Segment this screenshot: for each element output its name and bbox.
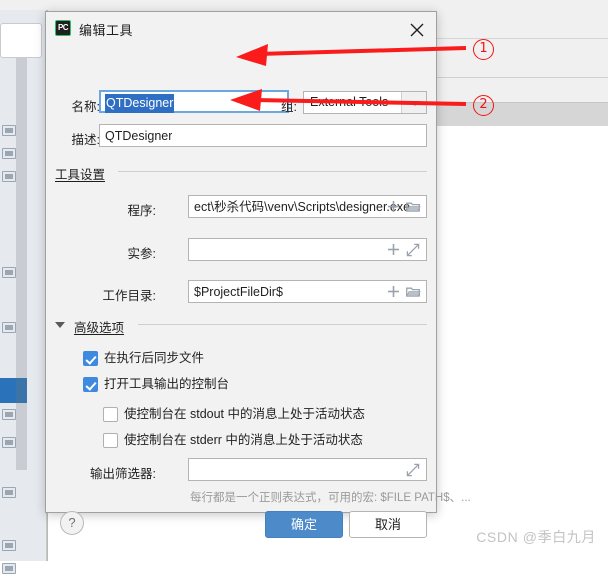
- description-label: 描述:: [71, 133, 100, 147]
- left-scrollbar-track[interactable]: [16, 57, 27, 470]
- sidebar-item-icon[interactable]: [2, 267, 16, 278]
- sidebar-item-icon[interactable]: [2, 540, 16, 551]
- sidebar-item-icon[interactable]: [2, 322, 16, 333]
- name-label: 名称:: [71, 100, 100, 114]
- group-select-value: External Tools: [310, 95, 389, 109]
- dialog-titlebar: PC 编辑工具: [46, 12, 436, 45]
- group-select[interactable]: External Tools: [303, 91, 427, 114]
- working-dir-input-value: $ProjectFileDir$: [194, 285, 283, 299]
- checkbox-open-console[interactable]: [83, 377, 98, 392]
- checkbox-console-stdout[interactable]: [103, 407, 118, 422]
- sidebar-item-icon[interactable]: [2, 487, 16, 498]
- left-panel-card: [0, 23, 42, 58]
- insert-macro-icon[interactable]: [384, 281, 404, 302]
- ide-left-toolbar: [0, 10, 46, 574]
- sidebar-item-icon[interactable]: [2, 563, 16, 574]
- working-dir-input[interactable]: $ProjectFileDir$: [188, 280, 427, 303]
- description-input-value: QTDesigner: [105, 129, 173, 143]
- edit-tool-dialog: PC 编辑工具 名称: QTDesigner 组: External Tools…: [45, 11, 471, 538]
- expand-editor-icon[interactable]: [404, 239, 424, 260]
- advanced-option-label: 使控制台在 stderr 中的消息上处于活动状态: [124, 433, 363, 447]
- insert-macro-icon[interactable]: [384, 196, 404, 217]
- output-filter-label: 输出筛选器:: [90, 467, 156, 481]
- working-dir-label: 工作目录:: [102, 289, 156, 303]
- program-input-value: ect\秒杀代码\venv\Scripts\designer.exe: [194, 200, 411, 214]
- help-button[interactable]: ?: [60, 511, 84, 535]
- expand-triangle-icon[interactable]: [55, 322, 65, 328]
- insert-macro-icon[interactable]: [384, 239, 404, 260]
- sidebar-item-icon[interactable]: [2, 437, 16, 448]
- annotation-marker-2: 2: [473, 95, 494, 116]
- group-label: 组:: [281, 100, 297, 114]
- advanced-option-label: 打开工具输出的控制台: [104, 377, 230, 391]
- arguments-label: 实参:: [127, 247, 156, 261]
- annotation-marker-1: 1: [473, 39, 494, 60]
- expand-editor-icon[interactable]: [404, 459, 424, 480]
- close-icon: [410, 23, 424, 37]
- advanced-option-label: 在执行后同步文件: [104, 351, 205, 365]
- dialog-title: 编辑工具: [79, 23, 134, 38]
- advanced-options-header[interactable]: 高级选项: [74, 317, 124, 336]
- program-input-actions: [384, 196, 424, 217]
- sidebar-scrollbar-thumb[interactable]: [16, 378, 27, 403]
- program-input[interactable]: ect\秒杀代码\venv\Scripts\designer.exe: [188, 195, 427, 218]
- ok-button[interactable]: 确定: [265, 511, 343, 538]
- output-filter-hint: 每行都是一个正则表达式，可用的宏: $FILE PATH$、...: [190, 492, 471, 504]
- sidebar-item-icon[interactable]: [2, 125, 16, 136]
- advanced-options-header-label: 高级选项: [74, 321, 125, 335]
- tool-settings-header: 工具设置: [55, 164, 105, 183]
- tool-settings-header-label: 工具设置: [55, 168, 106, 182]
- program-label: 程序:: [127, 204, 156, 218]
- csdn-watermark: CSDN @季白九月: [476, 529, 596, 545]
- checkbox-sync-after-execution[interactable]: [83, 351, 98, 366]
- sidebar-item-icon[interactable]: [2, 171, 16, 182]
- name-input-value: QTDesigner: [105, 94, 175, 113]
- checkbox-console-stderr[interactable]: [103, 433, 118, 448]
- close-button[interactable]: [404, 17, 430, 41]
- sidebar-item-icon[interactable]: [2, 409, 16, 420]
- arguments-input-actions: [384, 239, 424, 260]
- output-filter-input[interactable]: [188, 458, 427, 481]
- description-input[interactable]: QTDesigner: [99, 124, 427, 147]
- working-dir-input-actions: [384, 281, 424, 302]
- output-filter-actions: [404, 459, 424, 480]
- cancel-button[interactable]: 取消: [349, 511, 427, 538]
- advanced-option-label: 使控制台在 stdout 中的消息上处于活动状态: [124, 407, 365, 421]
- browse-folder-icon[interactable]: [404, 196, 424, 217]
- chevron-down-icon[interactable]: [401, 92, 426, 113]
- browse-folder-icon[interactable]: [404, 281, 424, 302]
- sidebar-item-icon[interactable]: [2, 148, 16, 159]
- arguments-input[interactable]: [188, 238, 427, 261]
- tool-settings-rule: [118, 171, 427, 172]
- advanced-options-rule: [138, 324, 427, 325]
- pycharm-icon: PC: [55, 20, 71, 36]
